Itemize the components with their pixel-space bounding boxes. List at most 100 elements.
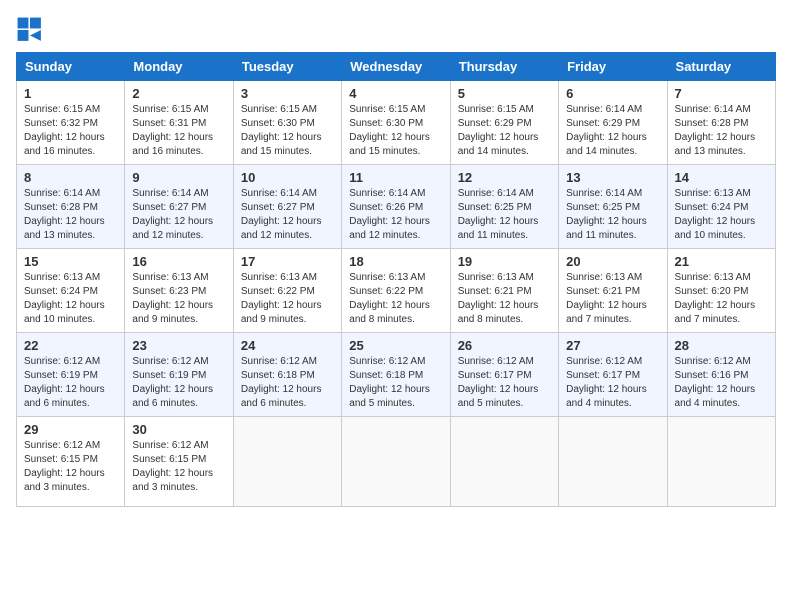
day-number: 17 — [241, 254, 334, 269]
calendar-cell: 23 Sunrise: 6:12 AMSunset: 6:19 PMDayligh… — [125, 333, 233, 417]
day-info: Sunrise: 6:13 AMSunset: 6:20 PMDaylight:… — [675, 272, 756, 325]
day-info: Sunrise: 6:14 AMSunset: 6:25 PMDaylight:… — [566, 188, 647, 241]
day-number: 22 — [24, 338, 117, 353]
day-number: 2 — [132, 86, 225, 101]
calendar-cell: 25Sunrise: 6:12 AMSunset: 6:18 PMDayligh… — [342, 333, 450, 417]
day-number: 14 — [675, 170, 768, 185]
day-number: 1 — [24, 86, 117, 101]
calendar-cell: 13 Sunrise: 6:14 AMSunset: 6:25 PMDayligh… — [559, 165, 667, 249]
day-number: 4 — [349, 86, 442, 101]
calendar-cell: 26 Sunrise: 6:12 AMSunset: 6:17 PMDayligh… — [450, 333, 558, 417]
day-number: 24 — [241, 338, 334, 353]
header-cell-monday: Monday — [125, 53, 233, 81]
day-info: Sunrise: 6:12 AMSunset: 6:15 PMDaylight:… — [24, 440, 105, 493]
calendar-cell: 6Sunrise: 6:14 AMSunset: 6:29 PMDaylight… — [559, 81, 667, 165]
day-number: 7 — [675, 86, 768, 101]
header-cell-saturday: Saturday — [667, 53, 775, 81]
calendar-cell: 16 Sunrise: 6:13 AMSunset: 6:23 PMDayligh… — [125, 249, 233, 333]
day-info: Sunrise: 6:15 AMSunset: 6:30 PMDaylight:… — [241, 104, 322, 157]
day-number: 20 — [566, 254, 659, 269]
day-number: 25 — [349, 338, 442, 353]
calendar-cell: 18 Sunrise: 6:13 AMSunset: 6:22 PMDayligh… — [342, 249, 450, 333]
calendar-week-row: 8 Sunrise: 6:14 AMSunset: 6:28 PMDaylight… — [17, 165, 776, 249]
calendar-cell: 5 Sunrise: 6:15 AMSunset: 6:29 PMDaylight… — [450, 81, 558, 165]
day-info: Sunrise: 6:15 AMSunset: 6:29 PMDaylight:… — [458, 104, 539, 157]
day-info: Sunrise: 6:13 AMSunset: 6:21 PMDaylight:… — [458, 272, 539, 325]
day-info: Sunrise: 6:12 AMSunset: 6:19 PMDaylight:… — [24, 356, 105, 409]
calendar-week-row: 22 Sunrise: 6:12 AMSunset: 6:19 PMDayligh… — [17, 333, 776, 417]
day-number: 27 — [566, 338, 659, 353]
day-number: 12 — [458, 170, 551, 185]
header-cell-tuesday: Tuesday — [233, 53, 341, 81]
day-number: 11 — [349, 170, 442, 185]
calendar-cell: 4 Sunrise: 6:15 AMSunset: 6:30 PMDaylight… — [342, 81, 450, 165]
day-number: 28 — [675, 338, 768, 353]
calendar-cell: 15 Sunrise: 6:13 AMSunset: 6:24 PMDayligh… — [17, 249, 125, 333]
logo — [16, 16, 48, 44]
day-number: 15 — [24, 254, 117, 269]
day-info: Sunrise: 6:12 AMSunset: 6:17 PMDaylight:… — [566, 356, 647, 409]
calendar-cell — [559, 417, 667, 507]
day-number: 21 — [675, 254, 768, 269]
header-cell-wednesday: Wednesday — [342, 53, 450, 81]
day-number: 10 — [241, 170, 334, 185]
day-info: Sunrise: 6:14 AMSunset: 6:26 PMDaylight:… — [349, 188, 430, 241]
calendar-cell: 20 Sunrise: 6:13 AMSunset: 6:21 PMDayligh… — [559, 249, 667, 333]
calendar-cell — [342, 417, 450, 507]
calendar-cell: 8 Sunrise: 6:14 AMSunset: 6:28 PMDaylight… — [17, 165, 125, 249]
calendar-cell: 10 Sunrise: 6:14 AMSunset: 6:27 PMDayligh… — [233, 165, 341, 249]
calendar-week-row: 15 Sunrise: 6:13 AMSunset: 6:24 PMDayligh… — [17, 249, 776, 333]
day-info: Sunrise: 6:14 AMSunset: 6:27 PMDaylight:… — [241, 188, 322, 241]
day-info: Sunrise: 6:13 AMSunset: 6:24 PMDaylight:… — [24, 272, 105, 325]
calendar-cell: 12 Sunrise: 6:14 AMSunset: 6:25 PMDayligh… — [450, 165, 558, 249]
calendar-cell: 1Sunrise: 6:15 AMSunset: 6:32 PMDaylight… — [17, 81, 125, 165]
header-cell-thursday: Thursday — [450, 53, 558, 81]
day-number: 30 — [132, 422, 225, 437]
day-info: Sunrise: 6:12 AMSunset: 6:18 PMDaylight:… — [241, 356, 322, 409]
day-number: 6 — [566, 86, 659, 101]
day-number: 26 — [458, 338, 551, 353]
calendar-table: SundayMondayTuesdayWednesdayThursdayFrid… — [16, 52, 776, 507]
calendar-cell: 30Sunrise: 6:12 AMSunset: 6:15 PMDayligh… — [125, 417, 233, 507]
day-number: 3 — [241, 86, 334, 101]
day-info: Sunrise: 6:13 AMSunset: 6:24 PMDaylight:… — [675, 188, 756, 241]
calendar-week-row: 1Sunrise: 6:15 AMSunset: 6:32 PMDaylight… — [17, 81, 776, 165]
day-number: 5 — [458, 86, 551, 101]
calendar-cell — [667, 417, 775, 507]
calendar-cell: 28 Sunrise: 6:12 AMSunset: 6:16 PMDayligh… — [667, 333, 775, 417]
calendar-cell: 7 Sunrise: 6:14 AMSunset: 6:28 PMDaylight… — [667, 81, 775, 165]
calendar-cell: 24 Sunrise: 6:12 AMSunset: 6:18 PMDayligh… — [233, 333, 341, 417]
day-info: Sunrise: 6:14 AMSunset: 6:28 PMDaylight:… — [675, 104, 756, 157]
day-number: 18 — [349, 254, 442, 269]
day-info: Sunrise: 6:15 AMSunset: 6:31 PMDaylight:… — [132, 104, 213, 157]
day-info: Sunrise: 6:13 AMSunset: 6:21 PMDaylight:… — [566, 272, 647, 325]
day-info: Sunrise: 6:12 AMSunset: 6:17 PMDaylight:… — [458, 356, 539, 409]
day-info: Sunrise: 6:15 AMSunset: 6:30 PMDaylight:… — [349, 104, 430, 157]
calendar-cell: 2 Sunrise: 6:15 AMSunset: 6:31 PMDaylight… — [125, 81, 233, 165]
header-cell-friday: Friday — [559, 53, 667, 81]
day-info: Sunrise: 6:14 AMSunset: 6:25 PMDaylight:… — [458, 188, 539, 241]
day-number: 23 — [132, 338, 225, 353]
calendar-cell: 29 Sunrise: 6:12 AMSunset: 6:15 PMDayligh… — [17, 417, 125, 507]
day-info: Sunrise: 6:12 AMSunset: 6:19 PMDaylight:… — [132, 356, 213, 409]
day-number: 8 — [24, 170, 117, 185]
day-info: Sunrise: 6:13 AMSunset: 6:23 PMDaylight:… — [132, 272, 213, 325]
calendar-cell: 17Sunrise: 6:13 AMSunset: 6:22 PMDayligh… — [233, 249, 341, 333]
day-number: 16 — [132, 254, 225, 269]
calendar-cell: 3 Sunrise: 6:15 AMSunset: 6:30 PMDaylight… — [233, 81, 341, 165]
day-info: Sunrise: 6:13 AMSunset: 6:22 PMDaylight:… — [349, 272, 430, 325]
day-info: Sunrise: 6:12 AMSunset: 6:16 PMDaylight:… — [675, 356, 756, 409]
day-number: 13 — [566, 170, 659, 185]
calendar-cell: 9Sunrise: 6:14 AMSunset: 6:27 PMDaylight… — [125, 165, 233, 249]
calendar-week-row: 29 Sunrise: 6:12 AMSunset: 6:15 PMDayligh… — [17, 417, 776, 507]
calendar-body: 1Sunrise: 6:15 AMSunset: 6:32 PMDaylight… — [17, 81, 776, 507]
calendar-cell: 22 Sunrise: 6:12 AMSunset: 6:19 PMDayligh… — [17, 333, 125, 417]
logo-icon — [16, 16, 44, 44]
day-number: 19 — [458, 254, 551, 269]
calendar-cell: 21 Sunrise: 6:13 AMSunset: 6:20 PMDayligh… — [667, 249, 775, 333]
calendar-cell: 19 Sunrise: 6:13 AMSunset: 6:21 PMDayligh… — [450, 249, 558, 333]
day-info: Sunrise: 6:14 AMSunset: 6:28 PMDaylight:… — [24, 188, 105, 241]
day-number: 29 — [24, 422, 117, 437]
calendar-cell: 27 Sunrise: 6:12 AMSunset: 6:17 PMDayligh… — [559, 333, 667, 417]
calendar-cell — [233, 417, 341, 507]
